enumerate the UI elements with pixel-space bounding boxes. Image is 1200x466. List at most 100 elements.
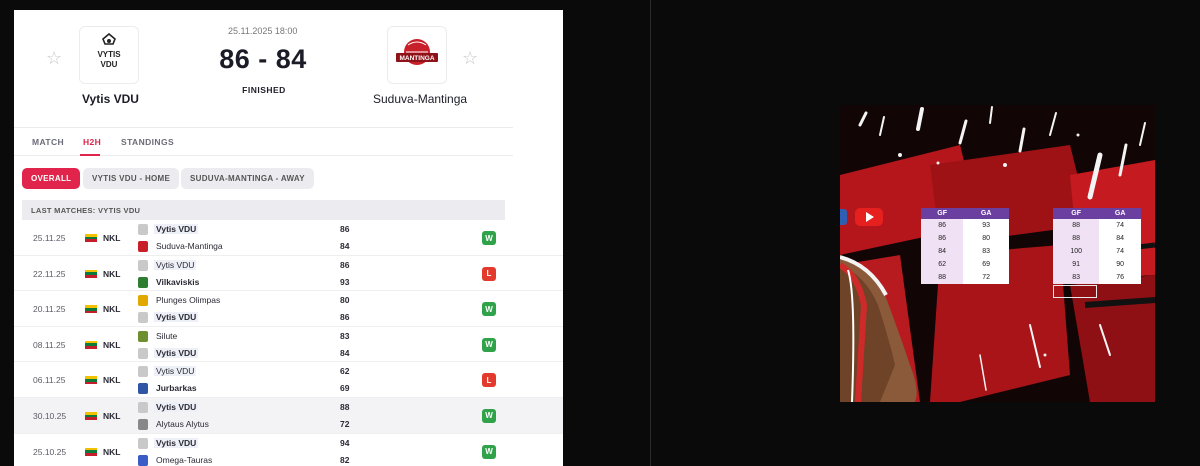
home-team-name[interactable]: Vytis VDU <box>82 92 139 106</box>
match-row[interactable]: 22.11.25 NKL Vytis VDU 86 Vilkaviskis 93… <box>14 256 563 292</box>
ga-value: 84 <box>1099 232 1141 245</box>
svg-text:VDU: VDU <box>101 60 118 69</box>
gf-value: 62 <box>921 258 964 271</box>
result-badge: W <box>482 444 496 459</box>
ga-value: 74 <box>1099 219 1141 232</box>
facebook-icon[interactable] <box>840 209 847 225</box>
match-row[interactable]: 25.11.25 NKL Vytis VDU 86 Suduva-Manting… <box>14 220 563 256</box>
match-row[interactable]: 20.11.25 NKL Plunges Olimpas 80 Vytis VD… <box>14 291 563 327</box>
league-label: NKL <box>103 410 121 421</box>
team1-crest-icon <box>138 295 148 307</box>
tab-standings[interactable]: STANDINGS <box>121 137 174 147</box>
team2-score: 72 <box>340 418 350 429</box>
table-row: 86 93 <box>921 219 1009 232</box>
team2-crest-icon <box>138 276 148 288</box>
lithuania-flag-icon <box>85 376 97 385</box>
home-team-logo[interactable]: VYTIS VDU <box>79 26 139 84</box>
match-header: ☆ VYTIS VDU Vytis VDU 25.11.2025 18:00 8… <box>14 10 513 128</box>
filter-home-button[interactable]: VYTIS VDU - HOME <box>83 168 180 189</box>
screen-divider <box>650 0 651 466</box>
league-label: NKL <box>103 304 121 315</box>
away-team-name[interactable]: Suduva-Mantinga <box>373 92 467 106</box>
team1-name[interactable]: Vytis VDU <box>154 259 197 270</box>
last-matches-list: 25.11.25 NKL Vytis VDU 86 Suduva-Manting… <box>14 220 563 466</box>
match-panel: ☆ VYTIS VDU Vytis VDU 25.11.2025 18:00 8… <box>14 10 563 466</box>
table-row: 88 84 <box>1053 232 1141 245</box>
favorite-away-star-icon[interactable]: ☆ <box>462 48 478 69</box>
team2-name[interactable]: Jurbarkas <box>156 383 197 393</box>
team1-crest-icon <box>138 259 148 271</box>
tab-match[interactable]: MATCH <box>32 137 64 147</box>
ga-value: 83 <box>963 245 1009 258</box>
team1-crest-icon <box>138 366 148 378</box>
video-frame[interactable]: GF GA 86 93 86 80 84 83 62 69 88 72 GF GA <box>840 105 1155 402</box>
column-header-ga: GA <box>1099 208 1141 219</box>
gf-value: 91 <box>1053 258 1100 271</box>
team1-score: 86 <box>340 224 350 234</box>
match-row[interactable]: 30.10.25 NKL Vytis VDU 88 Alytaus Alytus… <box>14 397 563 434</box>
team1-name[interactable]: Vytis VDU <box>154 224 199 234</box>
gf-value: 86 <box>921 232 964 245</box>
team2-name[interactable]: Omega-Tauras <box>156 455 212 465</box>
gf-ga-table-suduva: GF GA 88 74 88 84 100 74 91 90 83 76 <box>1053 208 1141 284</box>
team1-score: 88 <box>340 401 350 412</box>
team1-crest-icon <box>138 401 148 413</box>
ga-value: 72 <box>963 271 1009 284</box>
team1-name[interactable]: Plunges Olimpas <box>156 295 220 305</box>
table-row: 88 74 <box>1053 219 1141 232</box>
lithuania-flag-icon <box>85 411 97 420</box>
vytis-crest-icon: VYTIS VDU <box>97 33 121 69</box>
table-row: 84 83 <box>921 245 1009 258</box>
team1-score: 94 <box>340 437 350 448</box>
team1-name[interactable]: Vytis VDU <box>154 401 199 412</box>
team1-crest-icon <box>138 330 148 342</box>
result-badge: W <box>482 337 496 352</box>
team1-name[interactable]: Vytis VDU <box>154 366 197 377</box>
team2-score: 82 <box>340 454 350 465</box>
team1-score: 86 <box>340 259 350 270</box>
team1-name[interactable]: Silute <box>156 331 177 341</box>
screen: ☆ VYTIS VDU Vytis VDU 25.11.2025 18:00 8… <box>0 0 1200 466</box>
filter-away-button[interactable]: SUDUVA-MANTINGA - AWAY <box>181 168 314 189</box>
match-tabs: MATCH H2H STANDINGS <box>14 128 513 156</box>
table-row: 62 69 <box>921 258 1009 271</box>
gf-value: 88 <box>1053 232 1100 245</box>
gf-value: 84 <box>921 245 964 258</box>
tab-h2h[interactable]: H2H <box>83 137 101 147</box>
team2-name[interactable]: Alytaus Alytus <box>156 419 209 429</box>
team2-name[interactable]: Suduva-Mantinga <box>156 241 223 251</box>
mantinga-crest-icon: MANTINGA <box>396 39 438 65</box>
ga-value: 76 <box>1099 271 1141 284</box>
match-date: 06.11.25 <box>33 375 66 386</box>
match-row[interactable]: 25.10.25 NKL Vytis VDU 94 Omega-Tauras 8… <box>14 434 563 466</box>
team2-name[interactable]: Vilkaviskis <box>156 277 199 287</box>
empty-cell-outline <box>1053 285 1097 298</box>
match-row[interactable]: 08.11.25 NKL Silute 83 Vytis VDU 84 W <box>14 327 563 363</box>
gf-value: 100 <box>1053 245 1100 258</box>
result-badge: L <box>482 266 496 281</box>
match-row[interactable]: 06.11.25 NKL Vytis VDU 62 Jurbarkas 69 L <box>14 362 563 398</box>
match-date: 22.11.25 <box>33 268 66 279</box>
league-label: NKL <box>103 339 121 350</box>
gf-value: 88 <box>1053 219 1100 232</box>
team2-crest-icon <box>138 347 148 359</box>
filter-overall-button[interactable]: OVERALL <box>22 168 81 189</box>
league-label: NKL <box>103 233 121 243</box>
youtube-icon[interactable] <box>855 208 883 226</box>
ga-value: 90 <box>1099 258 1141 271</box>
league-label: NKL <box>103 268 121 279</box>
team2-crest-icon <box>138 454 148 466</box>
column-header-gf: GF <box>1053 208 1100 219</box>
team2-name[interactable]: Vytis VDU <box>154 312 199 323</box>
column-header-gf: GF <box>921 208 964 219</box>
team2-crest-icon <box>138 383 148 395</box>
gf-value: 86 <box>921 219 964 232</box>
away-team-logo[interactable]: MANTINGA <box>387 26 447 84</box>
team2-score: 84 <box>340 241 350 251</box>
match-datetime: 25.11.2025 18:00 <box>228 26 298 36</box>
team2-name[interactable]: Vytis VDU <box>154 347 199 358</box>
section-title: LAST MATCHES: VYTIS VDU <box>22 200 505 220</box>
favorite-home-star-icon[interactable]: ☆ <box>46 48 62 69</box>
team1-name[interactable]: Vytis VDU <box>154 437 199 448</box>
team2-score: 86 <box>340 312 350 323</box>
